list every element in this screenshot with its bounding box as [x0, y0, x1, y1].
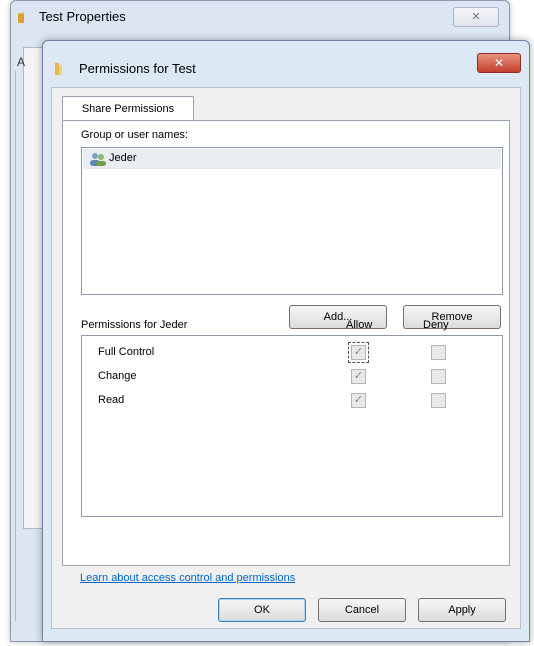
window-edge [15, 71, 22, 621]
deny-checkbox[interactable] [431, 345, 446, 360]
permissions-for-label: Permissions for Jeder [81, 319, 188, 331]
add-button[interactable]: Add... [289, 305, 387, 329]
list-item[interactable]: Jeder [83, 149, 501, 169]
user-name: Jeder [109, 152, 137, 164]
user-list[interactable]: Jeder [81, 147, 503, 295]
apply-button[interactable]: Apply [418, 598, 506, 622]
remove-button[interactable]: Remove [403, 305, 501, 329]
users-group-icon [90, 153, 106, 166]
group-or-user-names-label: Group or user names: [81, 129, 188, 141]
permission-name: Read [98, 394, 125, 406]
allow-checkbox[interactable]: ✓ [348, 342, 369, 363]
allow-checkbox[interactable]: ✓ [351, 393, 366, 408]
close-button[interactable]: ✕ [453, 7, 499, 27]
permissions-list: Full Control ✓ Change ✓ Read ✓ [81, 335, 503, 517]
permission-row-full-control: Full Control ✓ [82, 342, 502, 366]
share-permissions-page: Group or user names: Jeder Add... Remove… [62, 120, 510, 566]
dialog-client-area: Share Permissions Group or user names: J… [51, 87, 521, 629]
allow-checkbox[interactable]: ✓ [351, 369, 366, 384]
tab-share-permissions[interactable]: Share Permissions [62, 96, 194, 121]
close-button[interactable]: ✕ [477, 53, 521, 73]
permission-name: Change [98, 370, 137, 382]
deny-column-header: Deny [423, 319, 449, 331]
cancel-button[interactable]: Cancel [318, 598, 406, 622]
folder-icon [18, 11, 24, 23]
window-title: Test Properties [39, 9, 126, 24]
ok-button[interactable]: OK [218, 598, 306, 622]
allow-column-header: Allow [346, 319, 373, 331]
deny-checkbox[interactable] [431, 369, 446, 384]
permission-row-change: Change ✓ [82, 366, 502, 390]
permission-row-read: Read ✓ [82, 390, 502, 414]
partial-tab-label[interactable]: A [17, 55, 25, 69]
folder-icon [55, 63, 62, 75]
access-control-help-link[interactable]: Learn about access control and permissio… [80, 572, 295, 584]
deny-checkbox[interactable] [431, 393, 446, 408]
dialog-title: Permissions for Test [79, 61, 196, 76]
permission-name: Full Control [98, 346, 155, 358]
permissions-dialog: Permissions for Test ✕ Share Permissions… [42, 40, 530, 642]
